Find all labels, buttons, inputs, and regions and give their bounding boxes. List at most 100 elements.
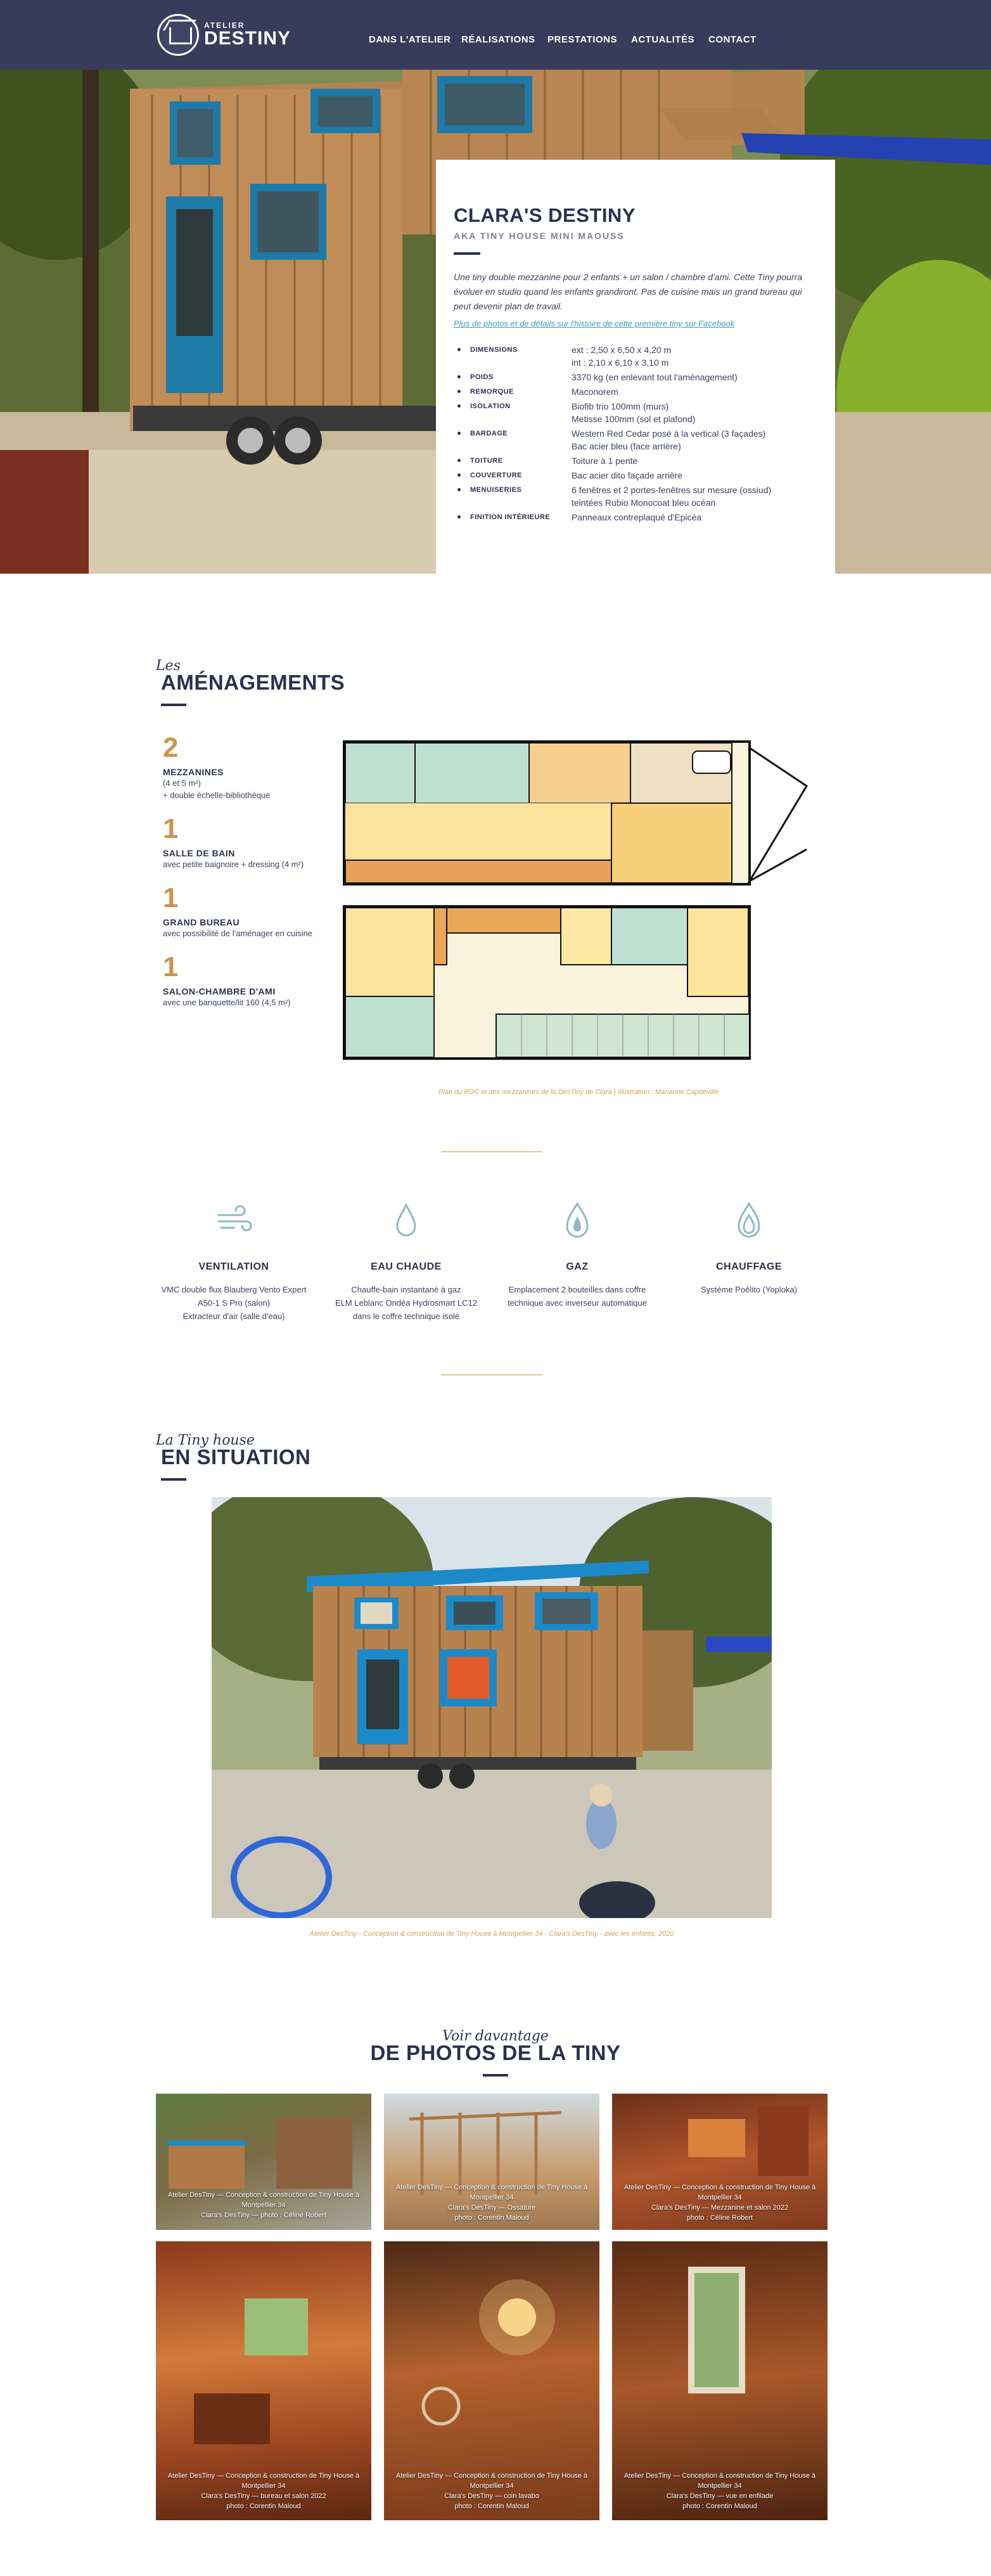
- spec-value: Maconorem: [572, 387, 618, 397]
- spec-row: MENUISERIES 6 fenêtres et 2 portes-fenêtr…: [454, 484, 816, 509]
- caption-line: Clara's DesTiny — coin lavabo: [444, 2492, 539, 2500]
- nav-realisations[interactable]: RÉALISATIONS: [461, 34, 547, 45]
- utility-title: VENTILATION: [198, 1261, 269, 1272]
- caption-line: Atelier DesTiny — Conception & construct…: [623, 2472, 816, 2490]
- spec-row: DIMENSIONS ext : 2,50 x 6,50 x 4,20 m int…: [454, 344, 816, 369]
- caption-line: Clara's DesTiny — bureau et salon 2022: [201, 2492, 326, 2500]
- spec-value: ext : 2,50 x 6,50 x 4,20 m int : 2,10 x …: [572, 345, 672, 368]
- gallery-photo[interactable]: Atelier DesTiny — Conception & construct…: [156, 2241, 371, 2520]
- logo-big-text: DESTINY: [204, 28, 291, 49]
- project-subtitle: AKA TINY HOUSE MINI MAOUSS: [454, 231, 625, 241]
- utility-title: EAU CHAUDE: [371, 1261, 442, 1272]
- spec-value: Western Red Cedar posé à la vertical (3 …: [572, 428, 766, 451]
- amenagements-title: AMÉNAGEMENTS: [161, 671, 345, 694]
- section-divider: [441, 1151, 542, 1152]
- spec-row: COUVERTURE Bac acier dito façade arrière: [454, 469, 816, 482]
- spec-key: DIMENSIONS: [454, 344, 572, 369]
- utility-ventilation: VENTILATION VMC double flux Blauberg Ven…: [158, 1201, 310, 1323]
- section-underline: [161, 1478, 186, 1481]
- amenagement-name: GRAND BUREAU: [163, 917, 240, 927]
- gallery-caption: Atelier DesTiny — Conception & construct…: [384, 2182, 599, 2223]
- caption-line: photo : Corentin Maloud: [226, 2502, 301, 2510]
- amenagement-item: 1 SALON-CHAMBRE D'AMI avec une banquette…: [163, 953, 328, 1008]
- utility-eau-chaude: EAU CHAUDE Chauffe-bain instantané à gaz…: [330, 1201, 482, 1323]
- gallery-caption: Atelier DesTiny — Conception & construct…: [612, 2182, 828, 2223]
- project-description: Une tiny double mezzanine pour 2 enfants…: [454, 272, 803, 311]
- spec-row: TOITURE Toiture à 1 pente: [454, 454, 816, 467]
- amenagement-name: SALLE DE BAIN: [163, 848, 235, 858]
- gallery-photo[interactable]: Atelier DesTiny — Conception & construct…: [156, 2094, 371, 2230]
- gallery-photo[interactable]: Atelier DesTiny — Conception & construct…: [612, 2241, 828, 2520]
- caption-line: Atelier DesTiny — Conception & construct…: [623, 2184, 816, 2201]
- spec-row: BARDAGE Western Red Cedar posé à la verti…: [454, 427, 816, 453]
- spec-value: Bac acier dito façade arrière: [572, 470, 683, 480]
- tiny-house-situation-photo: [212, 1497, 772, 1918]
- spec-key: BARDAGE: [454, 427, 572, 453]
- spec-key: COUVERTURE: [454, 469, 572, 482]
- amenagements-list: 2 MEZZANINES (4 et 5 m²) + double échell…: [163, 734, 328, 1022]
- spec-key: REMORQUE: [454, 385, 572, 398]
- project-info-card: CLARA'S DESTINY AKA TINY HOUSE MINI MAOU…: [436, 160, 835, 641]
- situation-photo: [212, 1497, 772, 1918]
- project-title: CLARA'S DESTINY: [454, 204, 636, 226]
- caption-line: photo : Corentin Maloud: [454, 2214, 529, 2222]
- spec-key: POIDS: [454, 371, 572, 383]
- caption-line: Clara's DesTiny — Mezzanine et salon 202…: [651, 2204, 789, 2212]
- amenagement-count: 1: [163, 813, 179, 844]
- nav-dans-latelier[interactable]: DANS L'ATELIER: [369, 34, 461, 45]
- nav-actualites[interactable]: ACTUALITÉS: [631, 34, 708, 45]
- amenagement-count: 1: [163, 951, 179, 982]
- heating-flame-icon: [738, 1202, 760, 1238]
- spec-value: Biofib trio 100mm (murs) Metisse 100mm (…: [572, 401, 696, 424]
- floor-plan-illustration: [343, 740, 809, 1060]
- spec-value: 3370 kg (en enlevant tout l'aménagement): [572, 372, 738, 382]
- utility-description: Emplacement 2 bouteilles dans coffre tec…: [508, 1285, 647, 1308]
- spec-key: MENUISERIES: [454, 484, 572, 509]
- spec-value: Toiture à 1 pente: [572, 456, 638, 466]
- amenagement-name: SALON-CHAMBRE D'AMI: [163, 986, 276, 996]
- spec-key: TOITURE: [454, 454, 572, 467]
- utility-description: VMC double flux Blauberg Vento Expert A5…: [161, 1285, 307, 1321]
- page: ATELIER DESTINY DANS L'ATELIER RÉALISATI…: [0, 0, 991, 2576]
- caption-line: photo : Corentin Maloud: [682, 2502, 757, 2510]
- caption-line: photo : Corentin Maloud: [454, 2502, 529, 2510]
- facebook-link[interactable]: Plus de photos et de détails sur l'histo…: [454, 319, 816, 328]
- spec-key: ISOLATION: [454, 400, 572, 425]
- amenagement-name: MEZZANINES: [163, 767, 224, 777]
- gallery-caption: Atelier DesTiny — Conception & construct…: [384, 2471, 599, 2511]
- gallery-caption: Atelier DesTiny — Conception & construct…: [156, 2190, 371, 2220]
- utility-gaz: GAZ Emplacement 2 bouteilles dans coffre…: [501, 1201, 653, 1310]
- gallery-caption: Atelier DesTiny — Conception & construct…: [612, 2471, 828, 2511]
- section-divider: [441, 1374, 542, 1375]
- amenagement-count: 1: [163, 882, 179, 913]
- nav-prestations[interactable]: PRESTATIONS: [547, 34, 631, 45]
- utility-description: Système Poêlito (Yoploka): [701, 1285, 797, 1294]
- caption-line: Clara's DesTiny — Ossature: [447, 2204, 536, 2212]
- section-underline: [161, 704, 186, 706]
- amenagement-item: 1 GRAND BUREAU avec possibilité de l'amé…: [163, 884, 328, 939]
- spec-value: 6 fenêtres et 2 portes-fenêtres sur mesu…: [572, 485, 772, 508]
- gallery-photo[interactable]: Atelier DesTiny — Conception & construct…: [384, 2094, 599, 2230]
- gas-flame-icon: [566, 1202, 589, 1238]
- wind-icon: [217, 1205, 252, 1232]
- nav-contact[interactable]: CONTACT: [708, 34, 765, 45]
- main-menu: DANS L'ATELIER RÉALISATIONS PRESTATIONS …: [369, 34, 765, 45]
- caption-line: Atelier DesTiny — Conception & construct…: [395, 2184, 588, 2201]
- amenagement-item: 2 MEZZANINES (4 et 5 m²) + double échell…: [163, 734, 328, 801]
- caption-line: Atelier DesTiny — Conception & construct…: [167, 2472, 360, 2490]
- gallery-row: Atelier DesTiny — Conception & construct…: [156, 2241, 828, 2520]
- gallery-title: DE PHOTOS DE LA TINY: [370, 2041, 621, 2064]
- utility-title: GAZ: [566, 1261, 589, 1272]
- spec-row: POIDS 3370 kg (en enlevant tout l'aménage…: [454, 371, 816, 383]
- gallery-photo[interactable]: Atelier DesTiny — Conception & construct…: [384, 2241, 599, 2520]
- amenagement-detail: avec une banquette/lit 160 (4,5 m²): [163, 998, 291, 1007]
- caption-line: Clara's DesTiny — vue en enfilade: [666, 2492, 774, 2500]
- site-logo[interactable]: ATELIER DESTINY: [157, 14, 291, 56]
- amenagement-detail: avec possibilité de l'aménager en cuisin…: [163, 929, 312, 938]
- amenagement-detail: avec petite baignoire + dressing (4 m²): [163, 860, 304, 869]
- gallery-photo[interactable]: Atelier DesTiny — Conception & construct…: [612, 2094, 828, 2230]
- caption-line: photo : Céline Robert: [687, 2214, 753, 2222]
- spec-value: Panneaux contreplaqué d'Epicéa: [572, 512, 702, 522]
- utility-description: Chauffe-bain instantané à gaz ELM Leblan…: [335, 1285, 477, 1321]
- amenagement-count: 2: [163, 732, 179, 763]
